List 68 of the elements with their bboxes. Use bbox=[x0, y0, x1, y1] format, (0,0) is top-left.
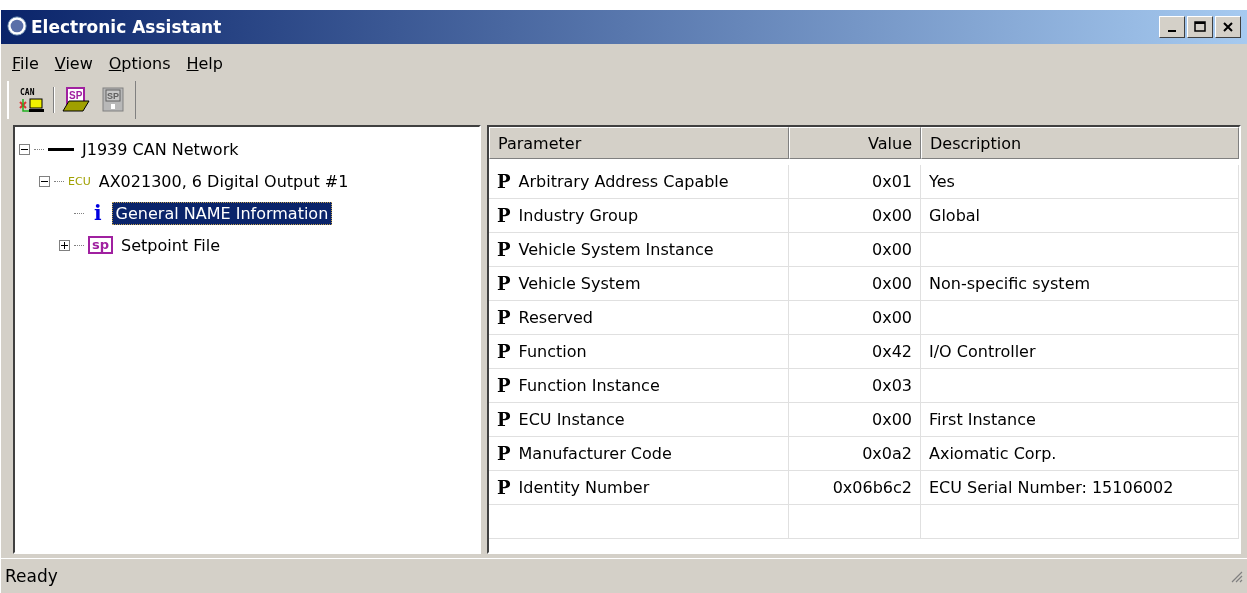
table-cell: I/O Controller bbox=[921, 335, 1239, 369]
table-cell: Manufacturer Code bbox=[518, 444, 672, 463]
table-cell: ECU Instance bbox=[518, 410, 625, 429]
table-cell: 0x00 bbox=[789, 267, 921, 301]
parameter-icon: P bbox=[497, 273, 511, 294]
menu-item[interactable]: View bbox=[47, 54, 100, 73]
parameter-icon: P bbox=[497, 443, 511, 464]
collapse-button[interactable] bbox=[19, 143, 30, 155]
tree-item[interactable]: AX021300, 6 Digital Output #1 bbox=[94, 169, 353, 193]
status-text: Ready bbox=[5, 566, 59, 586]
table-cell: 0x0a2 bbox=[789, 437, 921, 471]
parameter-icon: P bbox=[497, 205, 511, 226]
window-title: Electronic Assistant bbox=[31, 17, 223, 37]
table-cell: Global bbox=[921, 199, 1239, 233]
table-cell: Function bbox=[518, 342, 587, 361]
parameter-icon: P bbox=[497, 409, 511, 430]
menu-item[interactable]: File bbox=[5, 54, 46, 73]
resize-grip-icon[interactable] bbox=[1229, 569, 1243, 583]
table-cell: Non-specific system bbox=[921, 267, 1239, 301]
table-cell: 0x00 bbox=[789, 199, 921, 233]
table-cell: 0x00 bbox=[789, 233, 921, 267]
table-cell: ECU Serial Number: 15106002 bbox=[921, 471, 1239, 505]
column-header[interactable]: Parameter bbox=[489, 127, 789, 159]
table-cell: 0x03 bbox=[789, 369, 921, 403]
close-icon bbox=[1221, 20, 1235, 34]
table-cell: Vehicle System Instance bbox=[518, 240, 714, 259]
minimize-button[interactable] bbox=[1159, 16, 1185, 38]
setpoint-icon: sp bbox=[88, 236, 114, 254]
table-cell: 0x06b6c2 bbox=[789, 471, 921, 505]
table-cell: 0x01 bbox=[789, 165, 921, 199]
table-cell: First Instance bbox=[921, 403, 1239, 437]
tree-item[interactable]: General NAME Information bbox=[111, 201, 333, 225]
logo-icon bbox=[7, 15, 27, 36]
menu-item[interactable]: Options bbox=[101, 54, 178, 73]
table-cell: Yes bbox=[921, 165, 1239, 199]
line-icon bbox=[48, 146, 74, 152]
maximize-icon bbox=[1193, 20, 1207, 34]
ecu-icon: ECU bbox=[68, 174, 91, 188]
menu-item[interactable]: Help bbox=[179, 54, 230, 73]
table-cell: 0x00 bbox=[789, 403, 921, 437]
parameter-icon: P bbox=[497, 307, 511, 328]
table-cell: 0x42 bbox=[789, 335, 921, 369]
plus-icon bbox=[61, 241, 68, 249]
expand-button[interactable] bbox=[59, 239, 70, 251]
table-cell: 0x00 bbox=[789, 301, 921, 335]
table-cell: Identity Number bbox=[518, 478, 650, 497]
minimize-icon bbox=[1168, 30, 1176, 32]
info-icon: i bbox=[88, 201, 108, 225]
column-header[interactable]: Value bbox=[789, 127, 921, 159]
parameter-icon: P bbox=[497, 477, 511, 498]
maximize-button[interactable] bbox=[1187, 16, 1213, 38]
close-button[interactable] bbox=[1215, 16, 1241, 38]
table-cell: Arbitrary Address Capable bbox=[518, 172, 729, 191]
toolbar-button[interactable]: CAN bbox=[15, 86, 49, 114]
parameter-icon: P bbox=[497, 375, 511, 396]
table-cell: Vehicle System bbox=[518, 274, 641, 293]
collapse-button[interactable] bbox=[39, 175, 50, 187]
table-cell: Reserved bbox=[518, 308, 593, 327]
column-header[interactable]: Description bbox=[921, 127, 1239, 159]
table-cell: Function Instance bbox=[518, 376, 660, 395]
tree-item[interactable]: J1939 CAN Network bbox=[78, 137, 243, 161]
table-cell: Axiomatic Corp. bbox=[921, 437, 1239, 471]
parameter-icon: P bbox=[497, 341, 511, 362]
parameter-icon: P bbox=[497, 171, 511, 192]
tree-item[interactable]: Setpoint File bbox=[117, 233, 224, 257]
parameter-icon: P bbox=[497, 239, 511, 260]
table-cell: Industry Group bbox=[518, 206, 639, 225]
toolbar-button[interactable]: SP bbox=[59, 86, 93, 114]
